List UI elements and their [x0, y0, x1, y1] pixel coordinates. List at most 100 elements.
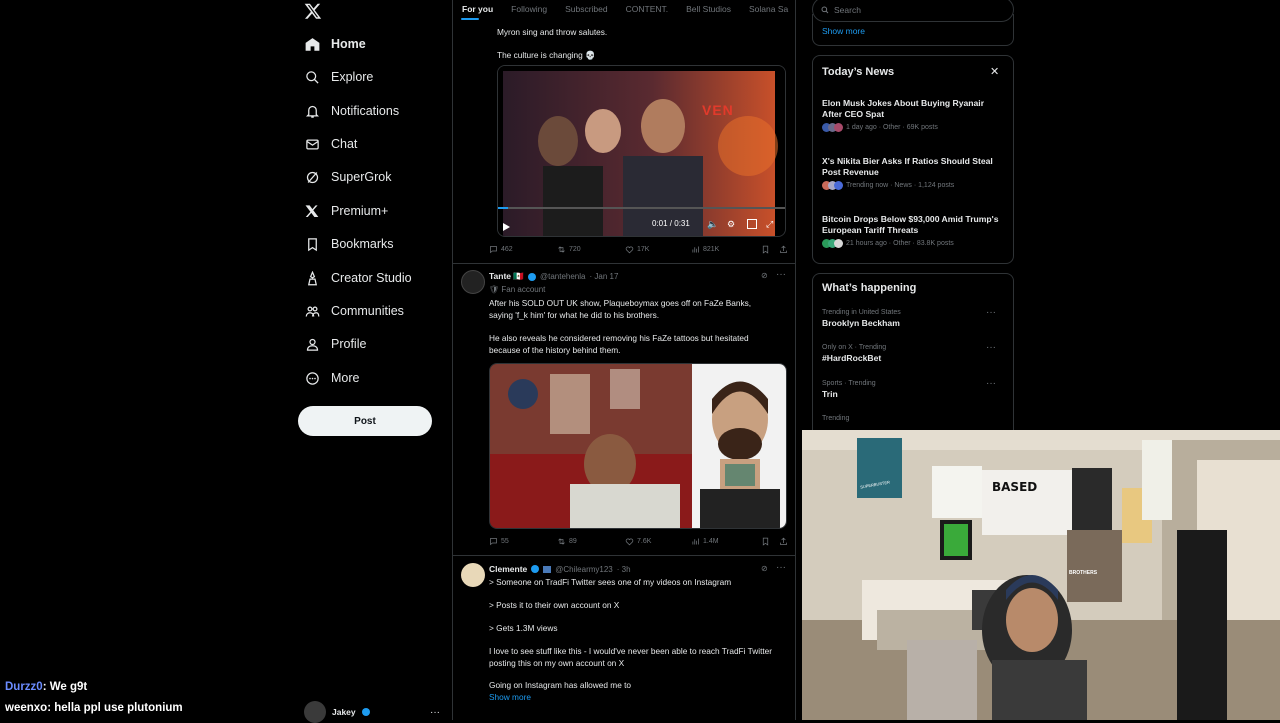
nav-item-communities[interactable]: Communities: [304, 297, 404, 325]
reply-icon: [490, 246, 497, 254]
tab-subscribed[interactable]: Subscribed: [556, 0, 617, 20]
more-dots-icon[interactable]: ···: [986, 307, 996, 318]
grok-icon: [304, 169, 320, 185]
avatar[interactable]: [461, 270, 485, 294]
nav-item-more[interactable]: More: [304, 364, 359, 392]
more-dots-icon[interactable]: ···: [986, 378, 996, 389]
tab-content[interactable]: CONTENT.: [617, 0, 678, 20]
creator-studio-icon: [304, 270, 320, 286]
nav-label: Profile: [331, 337, 367, 351]
tweet-date[interactable]: · 3h: [617, 565, 631, 574]
search-icon: [821, 5, 829, 13]
tweet-media[interactable]: [489, 363, 787, 529]
timeline-tabs: For you Following Subscribed CONTENT. Be…: [453, 0, 795, 20]
tab-for-you[interactable]: For you: [453, 0, 502, 20]
more-dots-icon[interactable]: ···: [776, 562, 786, 573]
more-dots-icon[interactable]: ···: [986, 342, 996, 353]
bookmark-icon: [304, 236, 320, 252]
tweet-date[interactable]: · Jan 17: [589, 272, 618, 281]
news-item[interactable]: Bitcoin Drops Below $93,000 Amid Trump's…: [822, 214, 1004, 248]
bookmark-button[interactable]: [761, 537, 770, 546]
post-button[interactable]: Post: [298, 406, 432, 436]
picture-in-picture-icon[interactable]: [747, 219, 757, 229]
whats-happening-card: What’s happening Trending in United Stat…: [812, 273, 1014, 438]
play-icon[interactable]: [501, 219, 511, 231]
left-navigation: Home Explore Notifications Chat SuperGro…: [296, 0, 446, 723]
volume-icon[interactable]: 🔈: [707, 219, 718, 230]
nav-item-bookmarks[interactable]: Bookmarks: [304, 230, 394, 258]
like-button[interactable]: 7.6K: [625, 537, 651, 546]
nav-item-notifications[interactable]: Notifications: [304, 97, 399, 125]
search-placeholder: Search: [834, 4, 861, 15]
tab-solana[interactable]: Solana Sa: [740, 0, 795, 20]
person-icon: [304, 336, 320, 352]
verified-badge-icon: [531, 565, 540, 573]
account-switcher[interactable]: Jakey ···: [304, 701, 454, 723]
views-chart-icon: [692, 246, 699, 253]
show-more-link[interactable]: Show more: [822, 26, 865, 36]
trend-item[interactable]: Trending: [822, 415, 1004, 424]
trend-context: Trending in United States: [822, 309, 901, 316]
media-image: [490, 364, 786, 528]
nav-item-chat[interactable]: Chat: [304, 130, 357, 158]
fan-account-label: 🛡 Fan account: [489, 285, 546, 294]
nav-label: Home: [331, 37, 366, 51]
tab-following[interactable]: Following: [502, 0, 556, 20]
share-button[interactable]: [779, 537, 788, 546]
tab-bell-studios[interactable]: Bell Studios: [677, 0, 740, 20]
tweet-header: Tante 🇲🇽 @tantehenla · Jan 17: [489, 271, 618, 282]
trend-item[interactable]: Only on X · Trending #HardRockBet ···: [822, 342, 1004, 364]
chat-username: Durzz0: [5, 681, 43, 693]
bookmark-button[interactable]: [761, 245, 770, 254]
verified-badge-icon: [361, 708, 370, 716]
news-item[interactable]: X's Nikita Bier Asks If Ratios Should St…: [822, 156, 1004, 190]
video-time: 0:01 / 0:31: [652, 219, 690, 228]
search-icon: [304, 69, 320, 85]
author-handle[interactable]: @Chilearmy123: [555, 565, 612, 574]
tweet-text: > Someone on TradFi Twitter sees one of …: [489, 577, 732, 587]
close-icon[interactable]: ✕: [990, 65, 999, 78]
nav-item-creator-studio[interactable]: Creator Studio: [304, 264, 412, 292]
x-icon: [304, 203, 320, 219]
like-button[interactable]: 17K: [625, 245, 649, 254]
share-button[interactable]: [779, 245, 788, 254]
chat-text: : hella ppl use plutonium: [47, 702, 183, 714]
grok-icon[interactable]: ⊘: [761, 564, 768, 573]
author-name[interactable]: Clemente: [489, 564, 527, 574]
reply-button[interactable]: 55: [489, 537, 509, 546]
card-title: Today’s News: [822, 66, 895, 78]
nav-label: Explore: [331, 70, 374, 84]
mail-icon: [304, 136, 320, 152]
reply-button[interactable]: 462: [489, 245, 513, 254]
author-name[interactable]: Tante 🇲🇽: [489, 271, 524, 282]
chat-message: Durzz0: We g9t: [5, 681, 87, 693]
news-avatars: [822, 123, 843, 132]
views-button[interactable]: 821K: [691, 245, 719, 254]
x-logo-icon[interactable]: [304, 2, 322, 20]
nav-label: Bookmarks: [331, 237, 394, 251]
nav-item-supergrok[interactable]: SuperGrok: [304, 163, 391, 191]
author-handle[interactable]: @tantehenla: [540, 272, 586, 281]
trend-item[interactable]: Sports · Trending Trin ···: [822, 378, 1004, 400]
avatar[interactable]: [461, 563, 485, 587]
nav-item-profile[interactable]: Profile: [304, 330, 366, 358]
news-item[interactable]: Elon Musk Jokes About Buying Ryanair Aft…: [822, 98, 1004, 132]
settings-gear-icon[interactable]: ⚙: [727, 219, 735, 230]
views-button[interactable]: 1.4M: [691, 537, 719, 546]
trend-item[interactable]: Trending in United States Brooklyn Beckh…: [822, 307, 1004, 329]
nav-item-premium[interactable]: Premium+: [304, 197, 388, 225]
fullscreen-icon[interactable]: ⤢: [766, 219, 773, 230]
repost-button[interactable]: 89: [557, 537, 577, 546]
todays-news-card: Today’s News ✕ Elon Musk Jokes About Buy…: [812, 55, 1014, 264]
more-dots-icon[interactable]: ···: [776, 269, 786, 280]
show-more-link[interactable]: Show more: [489, 692, 531, 702]
nav-item-explore[interactable]: Explore: [304, 63, 373, 91]
verified-badge-icon: [527, 272, 536, 281]
bookmark-icon: [762, 537, 769, 546]
more-dots-icon[interactable]: ···: [430, 707, 440, 718]
tweet-text: The culture is changing 💀: [497, 50, 596, 60]
repost-button[interactable]: 720: [557, 245, 581, 254]
video-player[interactable]: VEN 0:01 / 0:31 🔈 ⚙ ⤢: [497, 65, 786, 237]
grok-icon[interactable]: ⊘: [761, 271, 768, 280]
nav-item-home[interactable]: Home: [304, 30, 366, 58]
